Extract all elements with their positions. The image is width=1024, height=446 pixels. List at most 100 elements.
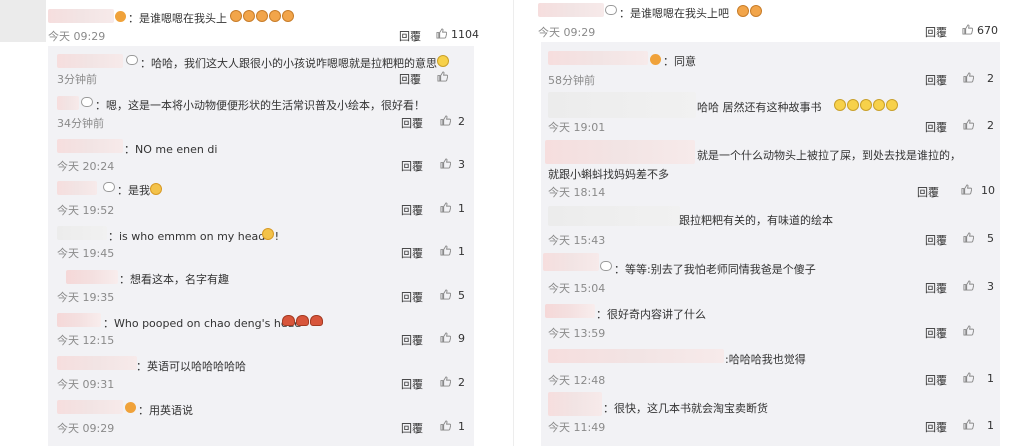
thumbs-up-icon[interactable] bbox=[963, 119, 974, 130]
username[interactable] bbox=[57, 139, 123, 153]
like-count: 5 bbox=[987, 232, 994, 245]
panda-badge-icon bbox=[126, 55, 138, 65]
thumbs-up-icon[interactable] bbox=[440, 420, 451, 431]
panda-badge-icon bbox=[81, 97, 93, 107]
thumbs-up-icon[interactable] bbox=[436, 28, 447, 39]
like-count: 1 bbox=[458, 245, 465, 258]
emoji-group bbox=[282, 315, 323, 326]
poop-emoji-icon bbox=[296, 315, 309, 326]
like-count: 5 bbox=[458, 289, 465, 302]
username[interactable] bbox=[548, 349, 724, 363]
reply-button[interactable]: 回覆 bbox=[925, 419, 947, 435]
reply-text: ：Who pooped on chao deng's head bbox=[103, 317, 302, 330]
reply-button[interactable]: 回覆 bbox=[399, 28, 421, 44]
thumbs-up-icon[interactable] bbox=[963, 232, 974, 243]
timestamp: 今天 20:24 bbox=[57, 160, 115, 173]
thumbs-up-icon[interactable] bbox=[440, 158, 451, 169]
reply-text: :哈哈哈我也觉得 bbox=[725, 353, 806, 366]
like-count: 1 bbox=[987, 372, 994, 385]
username[interactable] bbox=[57, 96, 79, 110]
cat-emoji-icon bbox=[256, 10, 268, 22]
reply-button[interactable]: 回覆 bbox=[925, 372, 947, 388]
reply-text: ：哈哈，我们这大人跟很小的小孩说咋嗯嗯就是拉粑粑的意思 bbox=[140, 57, 437, 70]
like-count: 1 bbox=[987, 419, 994, 432]
reply-text: ：想看这本，名字有趣 bbox=[119, 273, 229, 286]
like-count: 670 bbox=[977, 24, 998, 37]
timestamp: 今天 19:01 bbox=[548, 121, 606, 134]
like-count: 2 bbox=[458, 376, 465, 389]
thumbs-up-icon[interactable] bbox=[440, 332, 451, 343]
username[interactable] bbox=[48, 9, 114, 23]
thumbs-up-icon[interactable] bbox=[440, 376, 451, 387]
thumbs-up-icon[interactable] bbox=[963, 72, 974, 83]
poop-emoji-icon bbox=[282, 315, 295, 326]
like-count: 3 bbox=[987, 280, 994, 293]
reply-text: ：很好奇内容讲了什么 bbox=[596, 308, 706, 321]
username[interactable] bbox=[543, 253, 599, 271]
cat-emoji-icon bbox=[243, 10, 255, 22]
reply-button[interactable]: 回覆 bbox=[401, 376, 423, 392]
reply-button[interactable]: 回覆 bbox=[925, 325, 947, 341]
thumbs-up-icon[interactable] bbox=[963, 325, 974, 336]
comment-text: ：是谁嗯嗯在我头上吧 bbox=[619, 7, 729, 20]
username[interactable] bbox=[548, 92, 696, 118]
panda-badge-icon bbox=[605, 5, 617, 15]
reply-text: ：等等:别去了我怕老师同情我爸是个傻子 bbox=[614, 263, 816, 276]
username[interactable] bbox=[57, 313, 101, 327]
reply-text-line2: 就跟小蝌蚪找妈妈差不多 bbox=[548, 168, 669, 181]
thumbs-up-icon[interactable] bbox=[440, 202, 451, 213]
timestamp: 今天 19:35 bbox=[57, 291, 115, 304]
username[interactable] bbox=[548, 51, 648, 65]
reply-button[interactable]: 回覆 bbox=[401, 115, 423, 131]
reply-button[interactable]: 回覆 bbox=[925, 232, 947, 248]
reply-button[interactable]: 回覆 bbox=[401, 158, 423, 174]
reply-button[interactable]: 回覆 bbox=[401, 202, 423, 218]
timestamp: 今天 19:45 bbox=[57, 247, 115, 260]
laugh-emoji-icon bbox=[886, 99, 898, 111]
reply-button[interactable]: 回覆 bbox=[925, 24, 947, 40]
reply-button[interactable]: 回覆 bbox=[401, 332, 423, 348]
left-comment-thread: ：是谁嗯嗯在我头上 今天 09:29 回覆 1104 ：哈哈，我们这大人跟很小的… bbox=[0, 0, 512, 446]
username[interactable] bbox=[538, 3, 604, 17]
timestamp: 今天 13:59 bbox=[548, 327, 606, 340]
thumbs-up-icon[interactable] bbox=[963, 372, 974, 383]
username[interactable] bbox=[57, 181, 97, 195]
thumbs-up-icon[interactable] bbox=[961, 184, 972, 195]
username[interactable] bbox=[57, 400, 123, 414]
thumbs-up-icon[interactable] bbox=[440, 245, 451, 256]
reply-button[interactable]: 回覆 bbox=[925, 119, 947, 135]
username[interactable] bbox=[545, 304, 595, 318]
right-comment-thread: ：是谁嗯嗯在我头上吧 今天 09:29 回覆 670 ：同意 58分钟前 回覆 … bbox=[533, 0, 1024, 446]
reply-button[interactable]: 回覆 bbox=[399, 71, 421, 87]
comment-text: ：是谁嗯嗯在我头上 bbox=[128, 12, 227, 25]
shy-emoji-icon bbox=[262, 228, 274, 240]
username[interactable] bbox=[548, 206, 680, 226]
emoji-group bbox=[834, 99, 898, 111]
reply-text: 跟拉粑粑有关的，有味道的绘本 bbox=[679, 214, 833, 227]
thumbs-up-icon[interactable] bbox=[963, 419, 974, 430]
avatar[interactable] bbox=[0, 0, 46, 42]
reply-button[interactable]: 回覆 bbox=[401, 289, 423, 305]
username[interactable] bbox=[57, 226, 107, 240]
username[interactable] bbox=[545, 140, 695, 164]
username[interactable] bbox=[57, 54, 123, 68]
thumbs-up-icon[interactable] bbox=[962, 24, 973, 35]
like-count: 2 bbox=[987, 119, 994, 132]
emoji-group bbox=[230, 10, 294, 22]
reply-button[interactable]: 回覆 bbox=[401, 420, 423, 436]
cat-emoji-icon bbox=[282, 10, 294, 22]
thumbs-up-icon[interactable] bbox=[440, 115, 451, 126]
laugh-emoji-icon bbox=[847, 99, 859, 111]
username[interactable] bbox=[57, 356, 137, 370]
reply-button[interactable]: 回覆 bbox=[917, 184, 939, 200]
thumbs-up-icon[interactable] bbox=[963, 280, 974, 291]
thumbs-up-icon[interactable] bbox=[437, 71, 448, 82]
thumbs-up-icon[interactable] bbox=[440, 289, 451, 300]
reply-button[interactable]: 回覆 bbox=[925, 280, 947, 296]
like-count: 3 bbox=[458, 158, 465, 171]
reply-button[interactable]: 回覆 bbox=[401, 245, 423, 261]
username[interactable] bbox=[548, 392, 602, 416]
cat-emoji-icon bbox=[230, 10, 242, 22]
username[interactable] bbox=[66, 270, 118, 284]
reply-button[interactable]: 回覆 bbox=[925, 72, 947, 88]
